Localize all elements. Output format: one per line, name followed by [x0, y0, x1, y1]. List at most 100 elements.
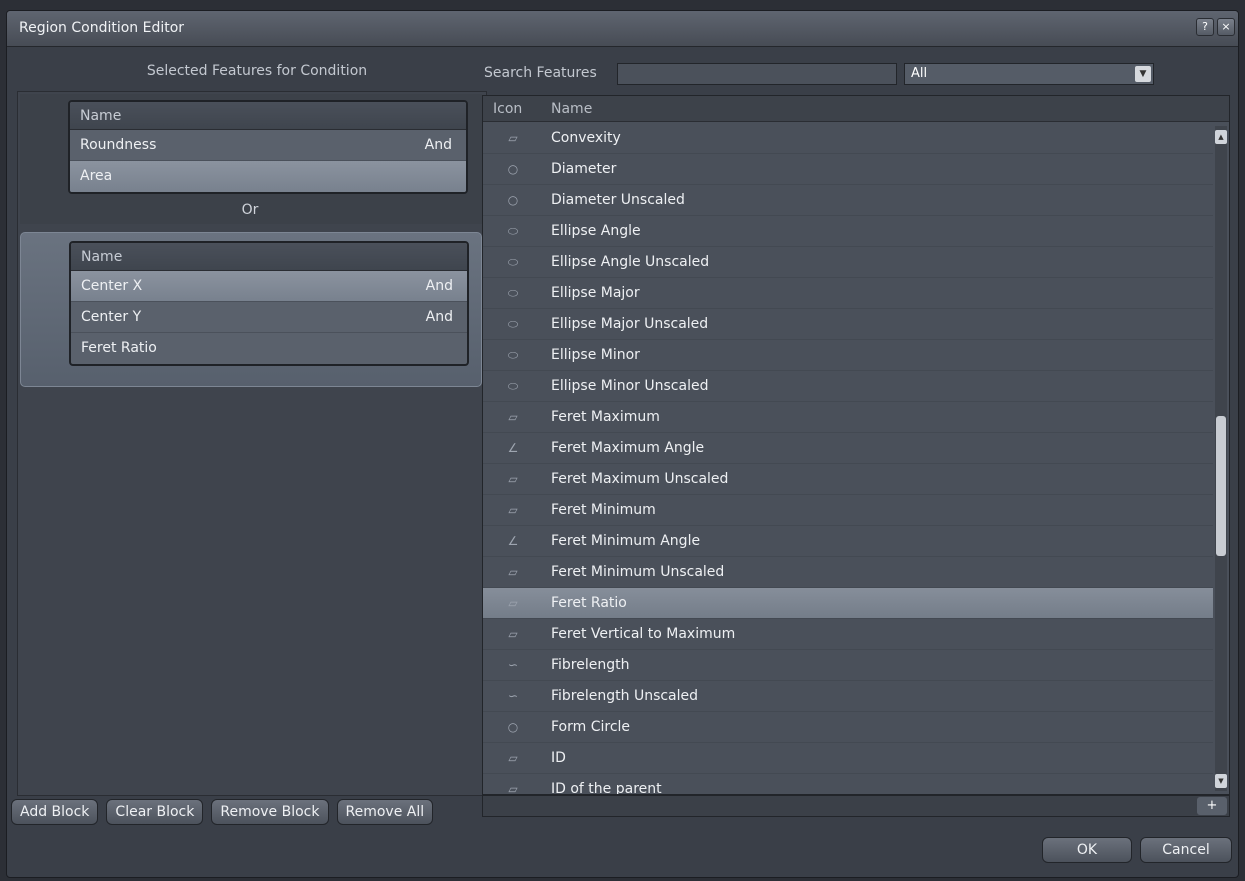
- feature-name: Feret Maximum Unscaled: [551, 471, 729, 487]
- help-button[interactable]: ?: [1196, 18, 1214, 36]
- condition-block-2[interactable]: Name Center X And Center Y And Feret Rat…: [20, 232, 482, 387]
- feature-row[interactable]: ∠ Feret Minimum Angle: [483, 526, 1213, 557]
- feature-row[interactable]: ▱ ID: [483, 743, 1213, 774]
- list-footer-bar: +: [482, 795, 1230, 817]
- feature-type-icon: ○: [507, 720, 519, 734]
- feature-name: Feret Minimum: [551, 502, 656, 518]
- feature-row[interactable]: ∽ Fibrelength: [483, 650, 1213, 681]
- remove-block-button[interactable]: Remove Block: [211, 799, 329, 825]
- feature-name: Center Y: [81, 309, 142, 325]
- feature-row[interactable]: ▱ ID of the parent: [483, 774, 1213, 795]
- feature-row[interactable]: ○ Form Circle: [483, 712, 1213, 743]
- ok-button[interactable]: OK: [1042, 837, 1132, 863]
- add-block-button[interactable]: Add Block: [11, 799, 99, 825]
- feature-type-icon: ▱: [508, 596, 518, 610]
- operator-label: And: [425, 309, 453, 325]
- search-features-label: Search Features: [484, 65, 597, 81]
- scroll-up-icon[interactable]: ▲: [1215, 130, 1227, 144]
- feature-name: Feret Maximum Angle: [551, 440, 705, 456]
- feature-type-icon: ○: [507, 193, 519, 207]
- feature-name: Ellipse Minor Unscaled: [551, 378, 709, 394]
- operator-label: And: [425, 278, 453, 294]
- feature-type-icon: ∽: [507, 689, 519, 703]
- block-2-row-center-y[interactable]: Center Y And: [71, 302, 467, 333]
- feature-type-icon: ▱: [508, 751, 518, 765]
- feature-name: Fibrelength Unscaled: [551, 688, 699, 704]
- clear-block-button[interactable]: Clear Block: [106, 799, 204, 825]
- selected-features-header: Selected Features for Condition: [146, 63, 368, 79]
- feature-row[interactable]: ○ Diameter Unscaled: [483, 185, 1213, 216]
- feature-type-icon: ⬭: [507, 317, 519, 331]
- close-button[interactable]: ×: [1217, 18, 1235, 36]
- block-2-name-header: Name: [71, 243, 467, 271]
- feature-row[interactable]: ▱ Feret Vertical to Maximum: [483, 619, 1213, 650]
- feature-row[interactable]: ▱ Feret Maximum Unscaled: [483, 464, 1213, 495]
- feature-name: Feret Maximum: [551, 409, 660, 425]
- feature-type-icon: ⬭: [507, 379, 519, 393]
- feature-name: Feret Minimum Angle: [551, 533, 701, 549]
- feature-type-icon: ∽: [507, 658, 519, 672]
- feature-filter-select[interactable]: All ▼: [904, 63, 1154, 85]
- scroll-down-icon[interactable]: ▼: [1215, 774, 1227, 788]
- feature-type-icon: ⬭: [507, 255, 519, 269]
- name-column-header[interactable]: Name: [551, 96, 592, 122]
- block-1-row-roundness[interactable]: Roundness And: [70, 130, 466, 161]
- feature-row[interactable]: ⬭ Ellipse Major: [483, 278, 1213, 309]
- add-feature-button[interactable]: +: [1197, 797, 1227, 815]
- feature-row[interactable]: ⬭ Ellipse Minor: [483, 340, 1213, 371]
- feature-type-icon: ▱: [508, 627, 518, 641]
- feature-row[interactable]: ▱ Feret Minimum Unscaled: [483, 557, 1213, 588]
- feature-row[interactable]: ∠ Feret Maximum Angle: [483, 433, 1213, 464]
- feature-type-icon: ○: [507, 162, 519, 176]
- feature-name: Ellipse Angle Unscaled: [551, 254, 710, 270]
- feature-type-icon: ▱: [508, 503, 518, 517]
- features-rows: ▱ Convexity ○ Diameter ○ Diameter Unscaled ⬭ El…: [483, 123, 1213, 795]
- feature-row[interactable]: ○ Diameter: [483, 154, 1213, 185]
- feature-row[interactable]: ▱ Convexity: [483, 123, 1213, 154]
- cancel-button[interactable]: Cancel: [1140, 837, 1232, 863]
- title-bar: Region Condition Editor ? ×: [7, 11, 1238, 47]
- feature-type-icon: ∠: [507, 441, 519, 455]
- feature-name: Ellipse Minor: [551, 347, 640, 363]
- feature-name: Feret Vertical to Maximum: [551, 626, 736, 642]
- feature-name: Area: [80, 168, 113, 184]
- block-1-name-header: Name: [70, 102, 466, 130]
- feature-name: Form Circle: [551, 719, 631, 735]
- remove-all-button[interactable]: Remove All: [336, 799, 434, 825]
- feature-filter-value: All: [911, 66, 928, 81]
- window-title: Region Condition Editor: [19, 20, 185, 36]
- feature-row[interactable]: ▱ Feret Minimum: [483, 495, 1213, 526]
- feature-type-icon: ∠: [507, 534, 519, 548]
- feature-type-icon: ▱: [508, 472, 518, 486]
- feature-row[interactable]: ▱ Feret Maximum: [483, 402, 1213, 433]
- feature-type-icon: ▱: [508, 565, 518, 579]
- feature-name: ID: [551, 750, 566, 766]
- feature-row[interactable]: ▱ Feret Ratio: [483, 588, 1213, 619]
- block-2-row-feret-ratio[interactable]: Feret Ratio: [71, 333, 467, 364]
- feature-row[interactable]: ⬭ Ellipse Major Unscaled: [483, 309, 1213, 340]
- feature-type-icon: ▱: [508, 782, 518, 795]
- feature-row[interactable]: ∽ Fibrelength Unscaled: [483, 681, 1213, 712]
- block-2-row-center-x[interactable]: Center X And: [71, 271, 467, 302]
- features-list-header: Icon Name: [483, 96, 1229, 122]
- feature-type-icon: ⬭: [507, 348, 519, 362]
- scrollbar-thumb[interactable]: [1216, 416, 1226, 556]
- feature-name: Diameter Unscaled: [551, 192, 685, 208]
- feature-name: ID of the parent: [551, 781, 662, 795]
- condition-block-1[interactable]: Name Roundness And Area Or: [20, 94, 482, 224]
- search-features-input[interactable]: [617, 63, 897, 85]
- feature-row[interactable]: ⬭ Ellipse Angle Unscaled: [483, 247, 1213, 278]
- feature-name: Feret Ratio: [551, 595, 627, 611]
- feature-type-icon: ⬭: [507, 224, 519, 238]
- feature-name: Ellipse Major Unscaled: [551, 316, 709, 332]
- condition-blocks-panel: Name Roundness And Area Or Name Center X…: [17, 91, 487, 796]
- feature-row[interactable]: ⬭ Ellipse Angle: [483, 216, 1213, 247]
- block-1-table: Name Roundness And Area: [68, 100, 468, 194]
- feature-row[interactable]: ⬭ Ellipse Minor Unscaled: [483, 371, 1213, 402]
- feature-type-icon: ▱: [508, 410, 518, 424]
- icon-column-header[interactable]: Icon: [493, 96, 522, 122]
- chevron-down-icon[interactable]: ▼: [1135, 66, 1151, 82]
- feature-name: Ellipse Angle: [551, 223, 641, 239]
- block-1-row-area[interactable]: Area: [70, 161, 466, 192]
- block-2-table: Name Center X And Center Y And Feret Rat…: [69, 241, 469, 366]
